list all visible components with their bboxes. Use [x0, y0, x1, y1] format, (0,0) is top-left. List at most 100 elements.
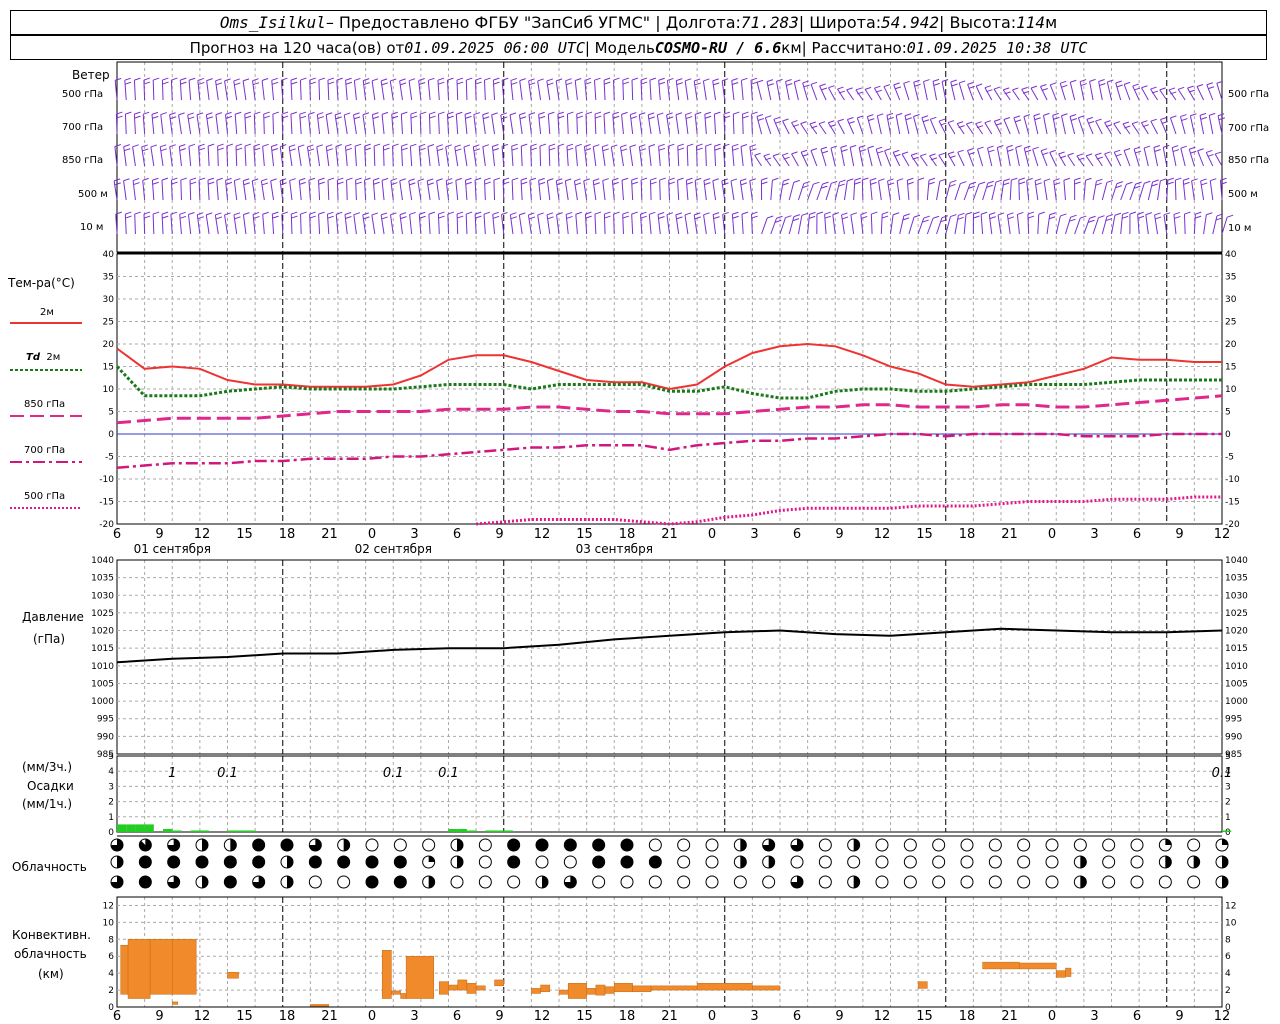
wind-barb-flag [1104, 120, 1111, 124]
wind-barb-flag [363, 78, 370, 82]
conv-xtick: 6 [453, 1009, 461, 1024]
wind-barb-flag [438, 215, 445, 219]
cloud-cover-symbol [280, 838, 294, 852]
wind-barb-flag [722, 211, 729, 215]
wind-barb-staff [244, 146, 247, 167]
wind-barb [816, 211, 824, 235]
wind-barb [954, 212, 965, 235]
wind-barb-flag [243, 182, 250, 186]
wind-barb-staff [731, 146, 735, 167]
wind-barb-flag [767, 215, 774, 219]
wind-barb-flag [801, 212, 809, 216]
wind-barb [731, 78, 739, 101]
wind-barb-staff [622, 80, 624, 101]
wind-barb-staff [603, 80, 606, 101]
wind-barb-flag [318, 181, 325, 185]
conv-ytick-left: 12 [103, 901, 114, 911]
wind-barb-staff [151, 180, 155, 201]
temp-ytick-left: 30 [103, 295, 115, 305]
wind-barb [142, 177, 149, 201]
wind-barb-staff [566, 146, 569, 167]
wind-barb-flag [921, 115, 929, 119]
wind-barb-staff [593, 80, 597, 101]
wind-barb-staff [362, 80, 367, 101]
wind-barb-staff [242, 180, 247, 201]
pressure-ytick-left: 1010 [91, 662, 114, 672]
wind-barb-flag [207, 177, 215, 181]
temp-xtick: 6 [113, 527, 121, 542]
wind-barb [252, 211, 260, 235]
cloud-circle [507, 875, 521, 889]
wind-barb-flag [187, 112, 194, 116]
wind-barb-flag [756, 114, 764, 117]
convective-bar [540, 984, 551, 993]
wind-barb [1150, 118, 1158, 135]
wind-barb-flag [436, 144, 443, 148]
cloud-circle [960, 855, 974, 869]
wind-barb [270, 143, 279, 167]
wind-barb-staff [732, 114, 735, 135]
wind-barb [436, 144, 444, 167]
wind-barb [150, 144, 158, 167]
wind-barb-flag [226, 143, 234, 147]
conv-xtick: 12 [874, 1009, 891, 1024]
wind-barb-staff [299, 80, 302, 101]
wind-barb-staff [722, 146, 726, 167]
cloud-fill-sector [740, 856, 747, 869]
wind-barb [474, 177, 482, 201]
wind-barb [537, 212, 544, 235]
wind-barb [754, 152, 763, 167]
wind-barb [993, 86, 1002, 101]
wind-barb-staff [207, 146, 210, 167]
wind-barb-flag [1104, 151, 1111, 155]
wind-barb-flag [244, 115, 252, 119]
cloud-cover-symbol [110, 875, 124, 889]
cloud-cover-symbol [1045, 855, 1059, 869]
wind-barb [1150, 86, 1159, 101]
wind-barb-flag [152, 211, 160, 215]
wind-barb-staff [648, 146, 652, 167]
wind-barb-flag [291, 215, 298, 219]
wind-barb-flag [583, 178, 590, 182]
cloud-cover-symbol [563, 838, 577, 852]
wind-barb-staff [574, 80, 578, 101]
wind-barb [493, 177, 501, 201]
temp-ytick-right: 35 [1225, 273, 1236, 283]
wind-barb-flag [907, 181, 914, 185]
wind-barb [890, 212, 900, 235]
wind-barb-staff [870, 214, 873, 235]
wind-barb-flag [401, 143, 408, 147]
wind-barb-flag [546, 78, 553, 82]
wind-barb-flag [215, 212, 222, 216]
conv-ytick-right: 10 [1225, 918, 1237, 928]
cloud-cover-symbol [308, 855, 322, 869]
wind-barb-flag [871, 211, 878, 215]
wind-barb-flag [595, 115, 602, 119]
wind-barb-flag [123, 178, 130, 182]
wind-barb-flag [742, 111, 749, 115]
wind-barb-flag [703, 178, 711, 182]
wind-barb-flag [1135, 181, 1142, 185]
wind-barb-flag [883, 84, 891, 88]
wind-barb-staff [205, 114, 210, 135]
wind-barb [335, 144, 343, 167]
conv-xtick: 21 [661, 1009, 678, 1024]
wind-barb-flag [1085, 153, 1093, 157]
wind-barb-flag [115, 77, 122, 81]
wind-barb-staff [631, 180, 634, 201]
wind-barb [159, 144, 167, 167]
wind-barb-flag [1043, 112, 1050, 116]
wind-barb-staff [1168, 89, 1177, 101]
wind-level-10m: 10 м [80, 222, 104, 233]
wind-barb-staff [703, 214, 707, 235]
wind-barb-flag [1178, 86, 1185, 90]
wind-barb [977, 146, 984, 167]
wind-barb-flag [997, 145, 1004, 148]
wind-barb-flag [511, 81, 518, 85]
wind-barb-staff [344, 214, 348, 235]
wind-barb [1189, 113, 1197, 135]
wind-barb-staff [749, 146, 753, 167]
cloud-cover-symbol [280, 875, 294, 889]
convective-bar [1019, 962, 1057, 970]
wind-barb-flag [1018, 177, 1025, 181]
